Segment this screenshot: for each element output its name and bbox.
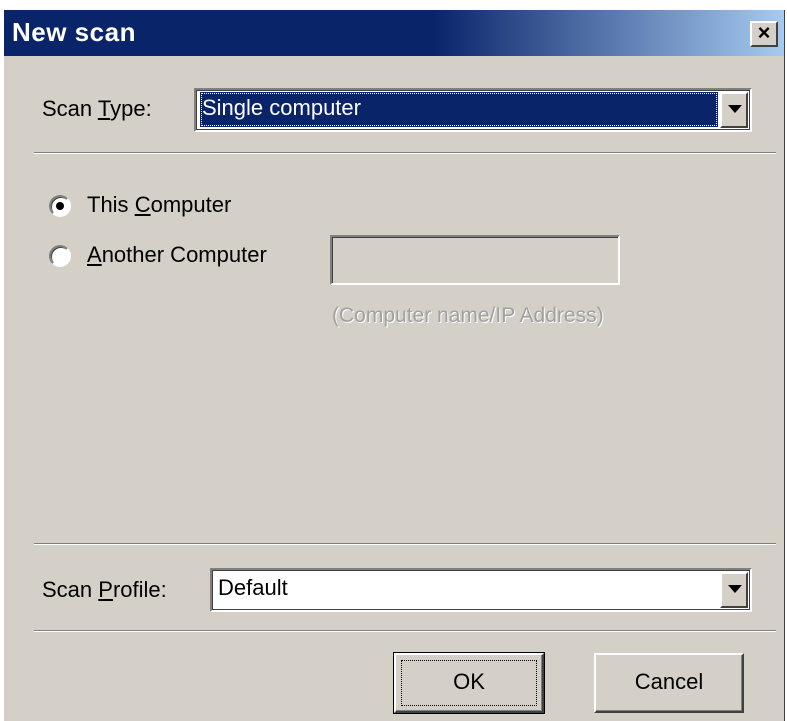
separator-top	[34, 152, 776, 154]
title-bar[interactable]: New scan ×	[4, 10, 784, 56]
computer-name-input[interactable]	[330, 235, 620, 285]
separator-bottom	[34, 630, 776, 632]
another-computer-label[interactable]: Another Computer	[87, 242, 267, 268]
cancel-button[interactable]: Cancel	[594, 653, 744, 713]
computer-name-hint: (Computer name/IP Address)	[332, 304, 604, 327]
close-icon: ×	[757, 20, 771, 45]
ok-button[interactable]: OK	[393, 652, 545, 714]
scan-type-value: Single computer	[200, 92, 718, 127]
close-button[interactable]: ×	[750, 21, 778, 47]
radio-checked-dot	[56, 202, 64, 210]
scan-type-dropdown-button[interactable]	[720, 92, 748, 128]
scan-type-label: Scan Type:	[42, 96, 152, 121]
scan-profile-dropdown-button[interactable]	[720, 572, 748, 608]
scan-type-select[interactable]: Single computer	[194, 88, 752, 132]
separator-middle	[34, 543, 776, 545]
another-computer-radio[interactable]	[49, 245, 71, 267]
cancel-button-label: Cancel	[634, 669, 704, 694]
scan-profile-select[interactable]: Default	[210, 568, 752, 612]
scan-profile-label: Scan Profile:	[42, 577, 167, 602]
new-scan-dialog: New scan × Scan Type: Single computer Th…	[3, 10, 785, 721]
this-computer-label[interactable]: This Computer	[87, 192, 231, 218]
chevron-down-icon	[728, 585, 742, 593]
chevron-down-icon	[728, 105, 742, 113]
this-computer-radio[interactable]	[49, 195, 71, 217]
scan-profile-value: Default	[218, 575, 288, 600]
window-title: New scan	[12, 17, 136, 47]
ok-button-label: OK	[453, 669, 485, 694]
